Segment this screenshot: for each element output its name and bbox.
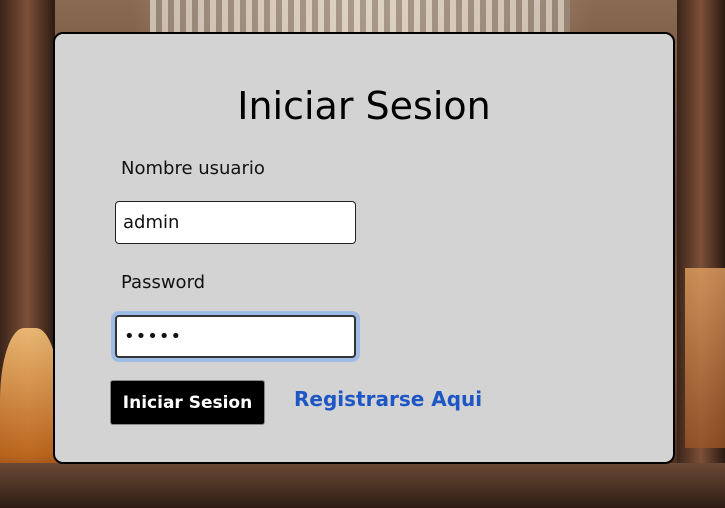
login-card: Iniciar Sesion Nombre usuario Password I…: [53, 32, 675, 464]
register-link[interactable]: Registrarse Aqui: [294, 387, 482, 411]
username-input[interactable]: [115, 201, 356, 244]
right-lamp: [685, 268, 725, 448]
left-lamp: [0, 328, 60, 508]
password-label: Password: [121, 272, 206, 293]
left-pillar: [0, 0, 55, 508]
username-label: Nombre usuario: [121, 158, 265, 179]
floor: [0, 463, 725, 508]
right-pillar: [677, 0, 725, 508]
password-input[interactable]: [115, 315, 356, 358]
page-title: Iniciar Sesion: [237, 84, 491, 128]
login-button[interactable]: Iniciar Sesion: [110, 380, 265, 425]
